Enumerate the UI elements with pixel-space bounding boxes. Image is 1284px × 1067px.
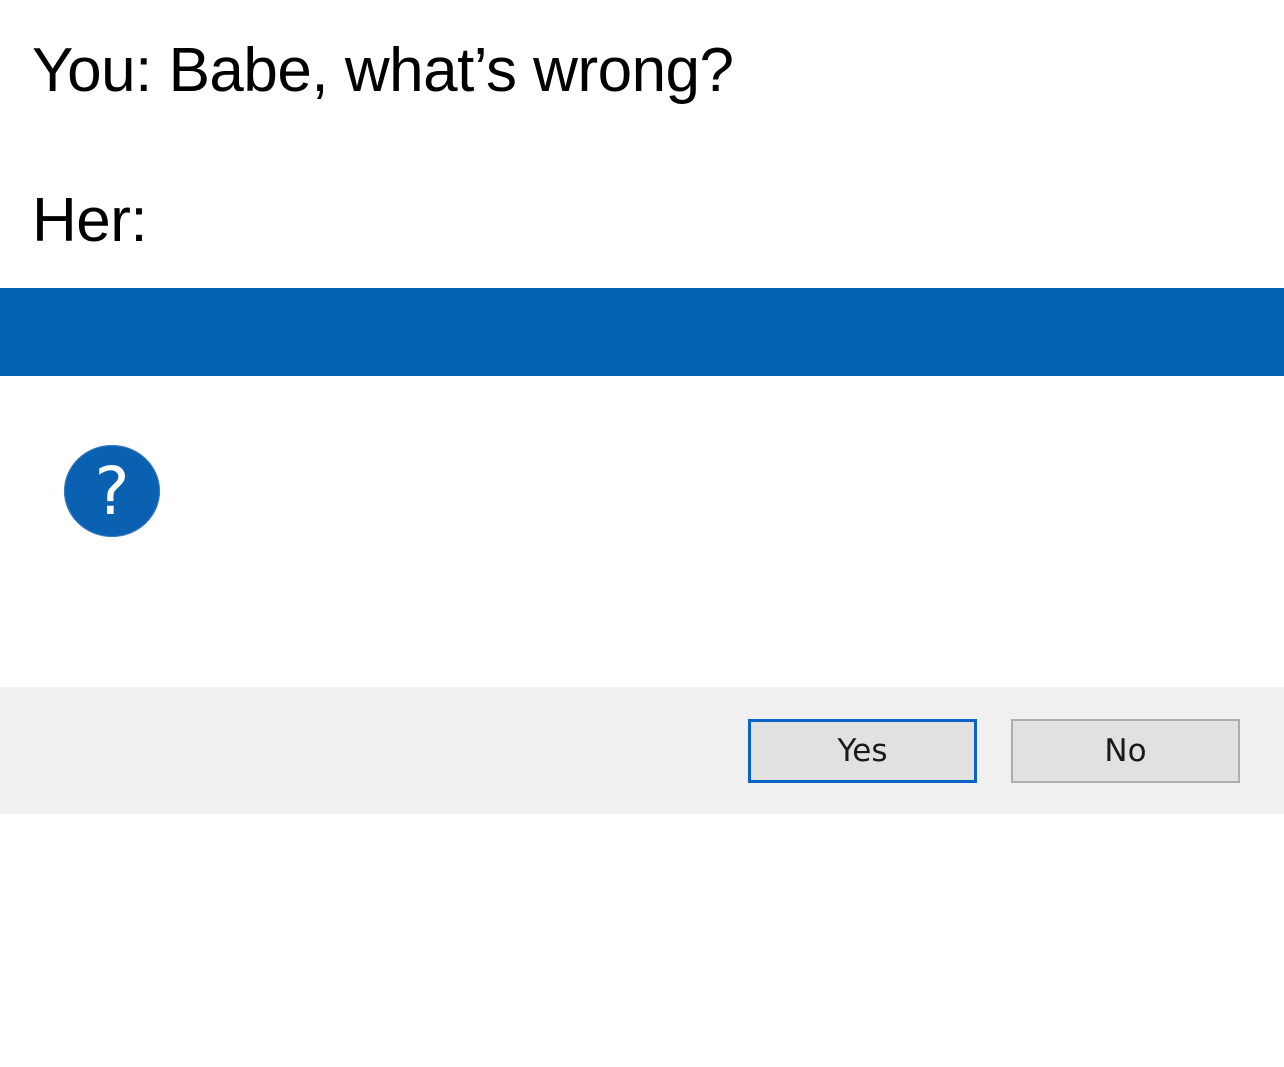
message-dialog: ? Yes No: [0, 288, 1284, 814]
no-button[interactable]: No: [1011, 719, 1240, 783]
dialog-content: ?: [0, 376, 1284, 687]
dialog-title-bar[interactable]: [0, 288, 1284, 376]
caption-her: Her:: [32, 186, 148, 255]
dialog-button-bar: Yes No: [0, 687, 1284, 814]
caption-you: You: Babe, what’s wrong?: [32, 36, 734, 105]
yes-button[interactable]: Yes: [748, 719, 977, 783]
question-icon: ?: [64, 445, 160, 537]
question-mark-glyph: ?: [94, 453, 130, 530]
